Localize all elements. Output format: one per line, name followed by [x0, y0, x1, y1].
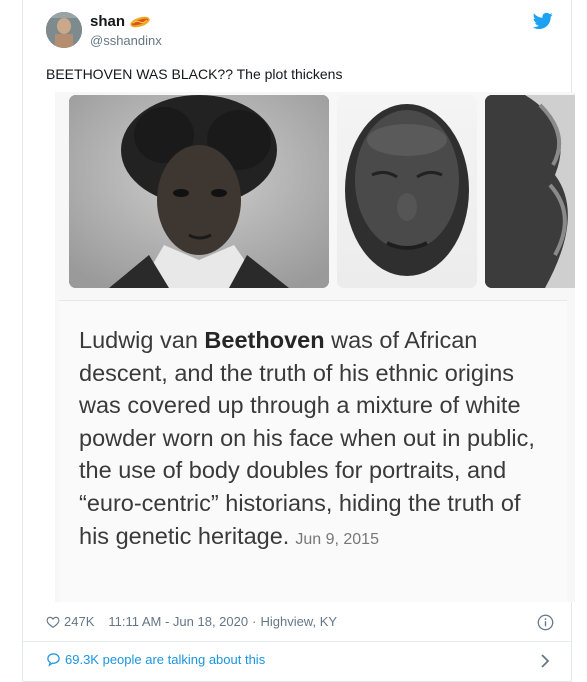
quote-date: Jun 9, 2015 [295, 530, 379, 548]
quote-text-panel: Ludwig van Beethoven was of African desc… [59, 300, 567, 602]
chevron-right-icon[interactable] [540, 654, 550, 668]
conversation-count-text[interactable]: 69.3K people are talking about this [65, 652, 265, 667]
twitter-bird-icon[interactable] [533, 12, 553, 30]
tweet-text: BEETHOVEN WAS BLACK?? The plot thickens [46, 66, 343, 82]
tweet-card: shan @sshandinx BEETHOVEN WAS BLACK?? Th… [22, 0, 575, 682]
tweet-meta-row: 247K 11:11 AM - Jun 18, 2020 · Highview,… [46, 614, 337, 629]
author-name[interactable]: shan [90, 13, 125, 30]
quote-bold-term: Beethoven [204, 327, 325, 353]
info-icon[interactable] [537, 614, 554, 631]
footer-divider [23, 641, 571, 642]
death-mask-photo [337, 95, 477, 288]
author-avatar[interactable] [46, 12, 82, 48]
tweet-media-image[interactable]: Ludwig van Beethoven was of African desc… [55, 92, 575, 602]
tweet-location[interactable]: Highview, KY [260, 614, 337, 629]
hotdog-emoji-icon [130, 16, 150, 27]
like-count[interactable]: 247K [64, 614, 94, 629]
conversation-link[interactable]: 69.3K people are talking about this [46, 652, 265, 667]
meta-separator: · [252, 614, 257, 629]
beethoven-portrait-photo [69, 95, 329, 288]
author-handle[interactable]: @sshandinx [90, 33, 162, 48]
speech-bubble-icon [47, 653, 60, 667]
tweet-timestamp[interactable]: 11:11 AM - Jun 18, 2020 [108, 614, 248, 629]
beethoven-claim-text: Ludwig van Beethoven was of African desc… [79, 327, 535, 549]
heart-icon[interactable] [46, 615, 60, 629]
partial-portrait-photo [485, 95, 575, 288]
